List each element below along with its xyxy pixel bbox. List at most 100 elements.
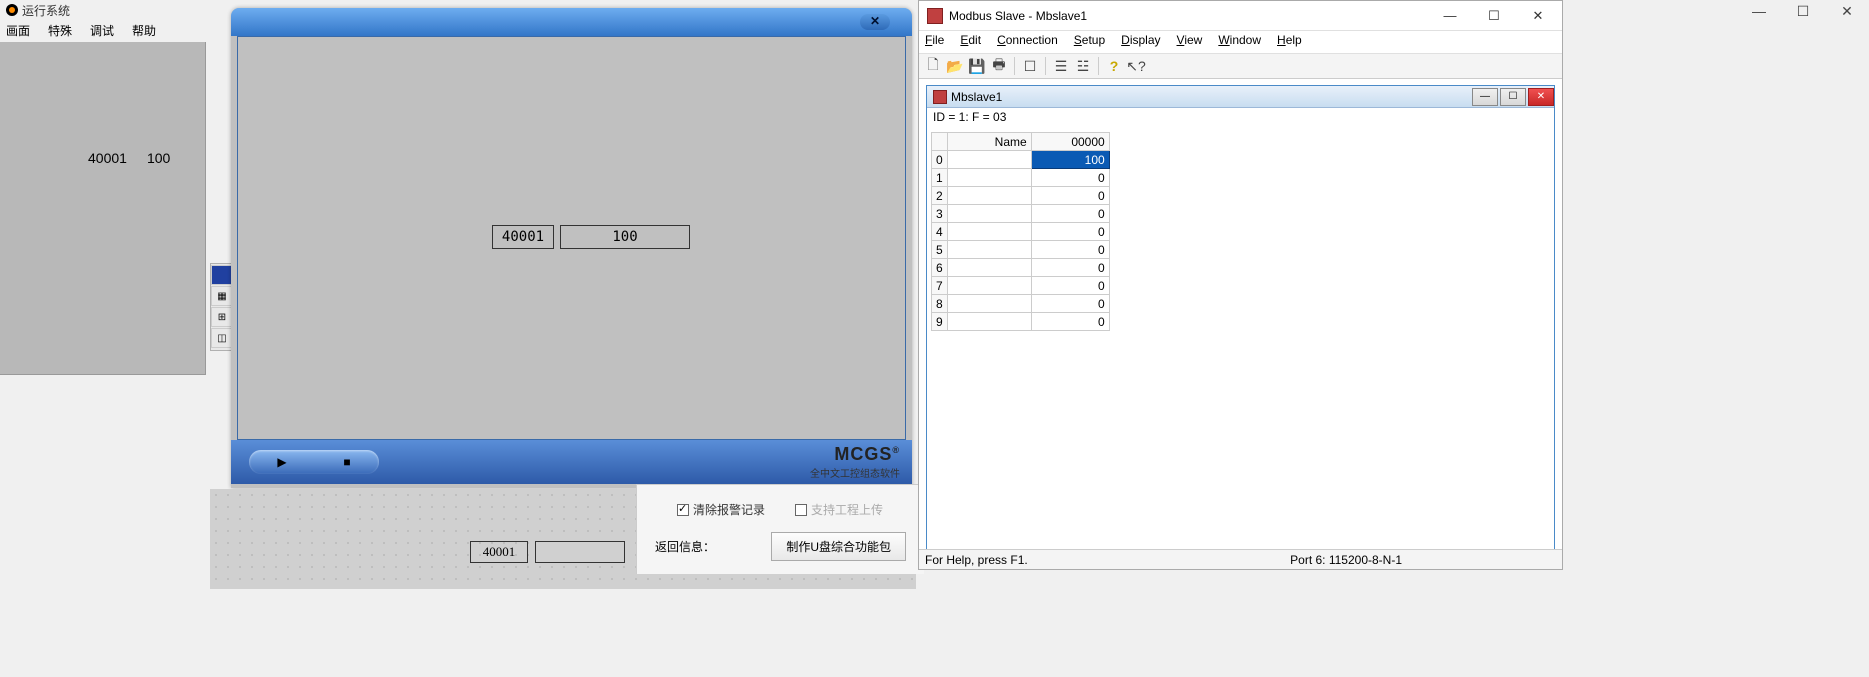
clear-alarm-checkbox[interactable]: 清除报警记录 [677, 501, 765, 518]
mbslave-close-button[interactable]: ✕ [1528, 88, 1554, 106]
table-row[interactable]: 30 [932, 205, 1110, 223]
cell-name[interactable] [947, 187, 1031, 205]
menu-edit[interactable]: Edit [960, 33, 981, 51]
palette-item-4[interactable]: ◫ [211, 328, 233, 348]
menu-connection[interactable]: Connection [997, 33, 1058, 51]
cell-value[interactable]: 0 [1031, 169, 1109, 187]
tb-stack2-icon[interactable]: ☳ [1073, 56, 1093, 76]
table-row[interactable]: 20 [932, 187, 1110, 205]
mbslave-child-window: Mbslave1 — ☐ ✕ ID = 1: F = 03 Name 00000… [926, 85, 1555, 555]
table-row[interactable]: 60 [932, 259, 1110, 277]
cell-name[interactable] [947, 277, 1031, 295]
col-name-header[interactable]: Name [947, 133, 1031, 151]
cell-value[interactable]: 0 [1031, 187, 1109, 205]
status-help-text: For Help, press F1. [925, 553, 1028, 567]
table-row[interactable]: 0 100 [932, 151, 1110, 169]
cell-value[interactable]: 0 [1031, 277, 1109, 295]
table-row[interactable]: 10 [932, 169, 1110, 187]
cell-name[interactable] [947, 259, 1031, 277]
menu-help[interactable]: 帮助 [132, 22, 156, 40]
tb-whatsthis-icon[interactable]: ↖? [1126, 56, 1146, 76]
display-close-button[interactable]: ✕ [860, 14, 890, 30]
display-value-field[interactable]: 100 [560, 225, 690, 249]
design-value-field[interactable] [535, 541, 625, 563]
modbus-statusbar: For Help, press F1. Port 6: 115200-8-N-1 [919, 549, 1562, 569]
table-row[interactable]: 40 [932, 223, 1110, 241]
cell-value[interactable]: 0 [1031, 259, 1109, 277]
design-addr-field[interactable]: 40001 [470, 541, 528, 563]
cell-value[interactable]: 0 [1031, 205, 1109, 223]
tb-box-icon[interactable]: ☐ [1020, 56, 1040, 76]
tb-save-icon[interactable]: 💾 [967, 56, 987, 76]
mbslave-titlebar[interactable]: Mbslave1 — ☐ ✕ [927, 86, 1554, 108]
palette-item-3[interactable]: ⊞ [211, 307, 233, 327]
cell-value[interactable]: 0 [1031, 223, 1109, 241]
cell-value[interactable]: 0 [1031, 295, 1109, 313]
menu-setup[interactable]: Setup [1074, 33, 1105, 51]
row-index[interactable]: 3 [932, 205, 948, 223]
menu-canvas[interactable]: 画面 [6, 22, 30, 40]
runtime-canvas: 40001 100 [0, 42, 206, 375]
menu-display[interactable]: Display [1121, 33, 1160, 51]
make-usb-package-button[interactable]: 制作U盘综合功能包 [771, 532, 906, 561]
table-row[interactable]: 50 [932, 241, 1110, 259]
page-maximize-button[interactable]: ☐ [1781, 0, 1825, 22]
row-index[interactable]: 6 [932, 259, 948, 277]
menu-mhelp[interactable]: Help [1277, 33, 1302, 51]
cell-name[interactable] [947, 223, 1031, 241]
modbus-toolbar: 🗋 📂 💾 🖶 ☐ ☰ ☳ ? ↖? [919, 53, 1562, 79]
modbus-minimize-button[interactable]: — [1428, 2, 1472, 30]
cell-name[interactable] [947, 313, 1031, 331]
menu-debug[interactable]: 调试 [90, 22, 114, 40]
cell-value[interactable]: 0 [1031, 313, 1109, 331]
modbus-titlebar[interactable]: Modbus Slave - Mbslave1 — ☐ ✕ [919, 1, 1562, 31]
row-index[interactable]: 5 [932, 241, 948, 259]
col-value-header[interactable]: 00000 [1031, 133, 1109, 151]
tb-print-icon[interactable]: 🖶 [989, 56, 1009, 76]
palette-item-1[interactable] [211, 265, 233, 285]
tb-help-icon[interactable]: ? [1104, 56, 1124, 76]
play-icon: ▶ [277, 455, 286, 469]
row-index[interactable]: 2 [932, 187, 948, 205]
table-row[interactable]: 90 [932, 313, 1110, 331]
table-row[interactable]: 70 [932, 277, 1110, 295]
cell-name[interactable] [947, 151, 1031, 169]
mbslave-maximize-button[interactable]: ☐ [1500, 88, 1526, 106]
modbus-maximize-button[interactable]: ☐ [1472, 2, 1516, 30]
modbus-title-text: Modbus Slave - Mbslave1 [949, 9, 1087, 23]
tb-stack1-icon[interactable]: ☰ [1051, 56, 1071, 76]
menu-window[interactable]: Window [1218, 33, 1261, 51]
row-index[interactable]: 0 [932, 151, 948, 169]
cell-name[interactable] [947, 169, 1031, 187]
cell-value[interactable]: 0 [1031, 241, 1109, 259]
play-stop-control[interactable]: ▶ ■ [249, 450, 379, 474]
tb-new-icon[interactable]: 🗋 [923, 56, 943, 76]
runtime-app-icon [6, 4, 18, 16]
cell-name[interactable] [947, 241, 1031, 259]
menu-special[interactable]: 特殊 [48, 22, 72, 40]
page-minimize-button[interactable]: — [1737, 0, 1781, 22]
page-close-button[interactable]: ✕ [1825, 0, 1869, 22]
menu-view[interactable]: View [1177, 33, 1203, 51]
display-titlebar[interactable]: ✕ [231, 8, 912, 36]
mbslave-minimize-button[interactable]: — [1472, 88, 1498, 106]
tb-open-icon[interactable]: 📂 [945, 56, 965, 76]
cell-value[interactable]: 100 [1031, 151, 1109, 169]
row-index[interactable]: 7 [932, 277, 948, 295]
row-index[interactable]: 4 [932, 223, 948, 241]
cell-name[interactable] [947, 295, 1031, 313]
palette-item-2[interactable]: ▦ [211, 286, 233, 306]
runtime-addr-label: 40001 [88, 150, 127, 166]
modbus-close-button[interactable]: ✕ [1516, 2, 1560, 30]
cell-name[interactable] [947, 205, 1031, 223]
table-row[interactable]: 80 [932, 295, 1110, 313]
modbus-app-icon [927, 8, 943, 24]
menu-file[interactable]: File [925, 33, 944, 51]
row-index[interactable]: 8 [932, 295, 948, 313]
table-corner [932, 133, 948, 151]
display-addr-field[interactable]: 40001 [492, 225, 554, 249]
mcgs-logo: MCGS® 全中文工控组态软件 [810, 444, 900, 480]
row-index[interactable]: 9 [932, 313, 948, 331]
row-index[interactable]: 1 [932, 169, 948, 187]
register-table[interactable]: Name 00000 0100102030405060708090 [931, 132, 1110, 331]
